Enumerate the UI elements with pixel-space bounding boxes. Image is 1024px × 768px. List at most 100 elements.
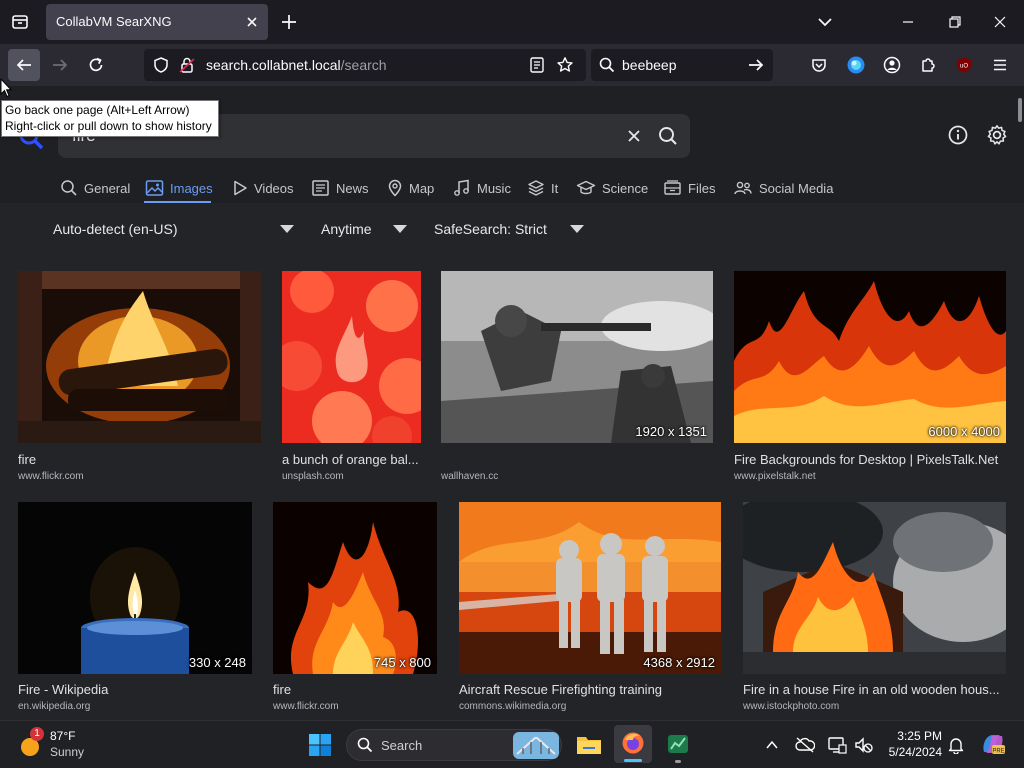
- time-range-dropdown-caret-icon[interactable]: [393, 225, 407, 233]
- forward-button[interactable]: [44, 49, 76, 81]
- search-icon: [357, 737, 373, 753]
- tab-strip: CollabVM SearXNG: [0, 0, 1024, 44]
- result-image-fireplace[interactable]: [18, 271, 261, 443]
- notification-bell-icon[interactable]: [948, 736, 964, 754]
- language-select[interactable]: Auto-detect (en-US): [53, 221, 178, 237]
- url-text: search.collabnet.local/search: [206, 57, 387, 73]
- extension-globe-button[interactable]: [840, 49, 872, 81]
- folder-icon: [577, 737, 601, 754]
- show-hidden-icons-chevron-icon[interactable]: [765, 738, 779, 752]
- category-label: Music: [477, 180, 511, 196]
- back-button[interactable]: [8, 49, 40, 81]
- extensions-button[interactable]: [912, 49, 944, 81]
- taskbar-firefox[interactable]: [614, 725, 652, 763]
- image-dimensions: 6000 x 4000: [928, 424, 1000, 439]
- result-image-flame-close[interactable]: 745 x 800: [273, 502, 437, 674]
- weather-temperature: 87°F: [50, 729, 76, 743]
- pocket-button[interactable]: [803, 49, 835, 81]
- reload-icon: [89, 57, 103, 72]
- result-source: www.istockphoto.com: [743, 701, 840, 712]
- clear-search-icon[interactable]: [626, 128, 642, 144]
- open-app-indicator: [675, 760, 681, 763]
- insecure-lock-icon[interactable]: [178, 56, 196, 74]
- navigation-toolbar: search.collabnet.local/search beebeep uO: [0, 44, 1024, 86]
- tab-collabvm-searxng[interactable]: CollabVM SearXNG: [46, 4, 268, 40]
- tab-category-images[interactable]: Images: [145, 177, 213, 199]
- result-image-soldiers-grayscale[interactable]: 1920 x 1351: [441, 271, 713, 443]
- play-icon: [234, 180, 247, 196]
- result-image-firefighters[interactable]: 4368 x 2912: [459, 502, 721, 674]
- taskbar-app-green[interactable]: [666, 732, 690, 763]
- submit-search-icon[interactable]: [658, 126, 678, 146]
- tab-category-it[interactable]: It: [527, 177, 558, 199]
- tab-category-videos[interactable]: Videos: [232, 177, 294, 199]
- clock-date: 5/24/2024: [888, 745, 942, 759]
- active-category-underline: [144, 201, 211, 203]
- result-image-house-fire[interactable]: [743, 502, 1006, 674]
- weather-widget[interactable]: 1 87°F Sunny: [16, 727, 126, 763]
- result-title[interactable]: Fire - Wikipedia: [18, 682, 252, 697]
- bookmark-star-icon[interactable]: [556, 56, 574, 74]
- close-window-icon[interactable]: [992, 14, 1008, 30]
- onedrive-offline-icon[interactable]: [795, 736, 815, 754]
- people-icon: [734, 181, 752, 195]
- search-icon: [61, 180, 77, 196]
- result-title[interactable]: a bunch of orange bal...: [282, 452, 423, 467]
- tab-category-map[interactable]: Map: [387, 177, 434, 199]
- close-tab-icon[interactable]: [244, 14, 260, 30]
- time-range-select[interactable]: Anytime: [321, 221, 372, 237]
- result-title[interactable]: fire: [273, 682, 437, 697]
- language-dropdown-caret-icon[interactable]: [280, 225, 294, 233]
- app-menu-button[interactable]: [984, 49, 1016, 81]
- info-icon[interactable]: [948, 125, 968, 145]
- scrollbar-thumb[interactable]: [1018, 98, 1022, 122]
- category-label: Images: [170, 180, 213, 196]
- ublock-button[interactable]: uO: [948, 49, 980, 81]
- network-display-icon[interactable]: [827, 736, 847, 754]
- volume-muted-icon[interactable]: [854, 736, 874, 754]
- restore-window-icon[interactable]: [947, 14, 963, 30]
- tracking-protection-shield-icon[interactable]: [152, 56, 170, 74]
- reader-view-icon[interactable]: [528, 56, 546, 74]
- result-title[interactable]: fire: [18, 452, 261, 467]
- account-button[interactable]: [876, 49, 908, 81]
- tab-category-music[interactable]: Music: [453, 177, 511, 199]
- list-all-tabs-chevron-icon[interactable]: [817, 14, 833, 30]
- result-image-orange-balls[interactable]: [282, 271, 421, 443]
- result-source: unsplash.com: [282, 471, 344, 482]
- result-image-candle[interactable]: 330 x 248: [18, 502, 252, 674]
- category-label: Social Media: [759, 180, 834, 196]
- result-title[interactable]: Aircraft Rescue Firefighting training: [459, 682, 721, 697]
- firefox-icon: [622, 732, 644, 754]
- windows-start-button[interactable]: [308, 733, 332, 757]
- tab-category-general[interactable]: General: [60, 177, 130, 199]
- taskbar-file-explorer[interactable]: [576, 732, 602, 756]
- reload-button[interactable]: [80, 49, 112, 81]
- ublock-origin-icon: uO: [957, 57, 971, 73]
- clock[interactable]: 3:25 PM 5/24/2024: [880, 727, 942, 763]
- result-title[interactable]: Fire in a house Fire in an old wooden ho…: [743, 682, 1006, 697]
- svg-text:PRE: PRE: [992, 749, 1004, 755]
- minimize-window-icon[interactable]: [900, 14, 916, 30]
- layers-icon: [528, 180, 544, 196]
- copilot-icon[interactable]: PRE: [980, 732, 1006, 756]
- tab-category-files[interactable]: Files: [663, 177, 715, 199]
- tab-category-science[interactable]: Science: [576, 177, 648, 199]
- safesearch-dropdown-caret-icon[interactable]: [570, 225, 584, 233]
- tab-category-news[interactable]: News: [311, 177, 369, 199]
- result-image-fire-flames[interactable]: 6000 x 4000: [734, 271, 1006, 443]
- search-go-arrow-icon[interactable]: [747, 56, 765, 74]
- url-bar[interactable]: search.collabnet.local/search: [144, 49, 586, 81]
- result-title[interactable]: Fire Backgrounds for Desktop | PixelsTal…: [734, 452, 1006, 467]
- web-search-bar[interactable]: beebeep: [591, 49, 773, 81]
- tooltip-line-2: Right-click or pull down to show history: [5, 118, 212, 133]
- preferences-gear-icon[interactable]: [986, 124, 1008, 146]
- safesearch-select[interactable]: SafeSearch: Strict: [434, 221, 547, 237]
- taskbar-search-box[interactable]: Search: [346, 729, 562, 761]
- tab-overview-icon[interactable]: [10, 12, 30, 32]
- new-tab-icon[interactable]: [280, 13, 298, 31]
- clock-time: 3:25 PM: [897, 729, 942, 743]
- active-app-indicator: [624, 759, 642, 762]
- image-dimensions: 1920 x 1351: [635, 424, 707, 439]
- tab-category-social-media[interactable]: Social Media: [733, 177, 833, 199]
